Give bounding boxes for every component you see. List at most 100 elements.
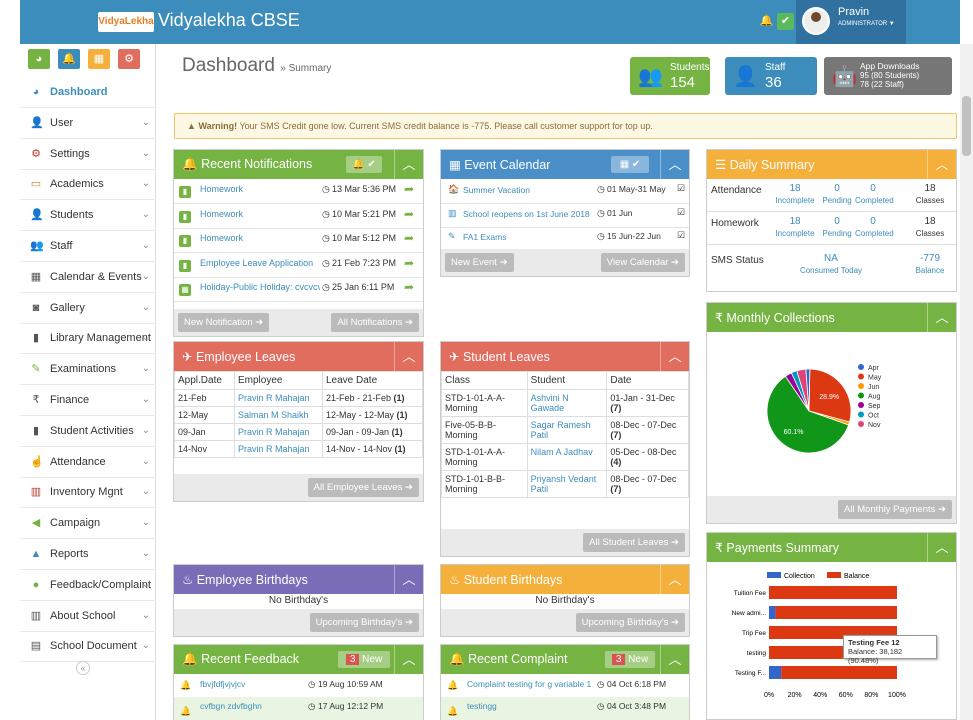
list-item[interactable]: 🔔 cvfbgn zdvfbghn ◷ 17 Aug 12:12 PM bbox=[174, 697, 423, 720]
column-header[interactable]: Appl.Date bbox=[174, 371, 235, 390]
sidebar-item-academics[interactable]: ▭ Academics ⌄ bbox=[20, 169, 156, 201]
sidebar-item-school-document[interactable]: ▤ School Document ⌄ bbox=[20, 631, 156, 663]
sidebar-item-calendar-events[interactable]: ▦ Calendar & Events ⌄ bbox=[20, 262, 156, 293]
collapse-student-birthdays-button[interactable]: ︿ bbox=[660, 565, 689, 594]
staff-stat[interactable]: 👤 Staff 36 bbox=[725, 57, 817, 95]
new-notification-button[interactable]: New Notification ➔ bbox=[178, 313, 270, 332]
sidebar-item-examinations[interactable]: ✎ Examinations ⌄ bbox=[20, 354, 156, 386]
event-row[interactable]: ▥ School reopens on 1st June 2018 ◷ 01 Jun ☑ bbox=[441, 203, 689, 228]
avatar[interactable] bbox=[802, 7, 830, 35]
daily-value[interactable]: 18 bbox=[771, 183, 819, 194]
upcoming-student-birthdays-button[interactable]: Upcoming Birthday's ➔ bbox=[575, 613, 685, 632]
notification-row[interactable]: ▮ Homework ◷ 13 Mar 5:36 PM ➦ bbox=[174, 179, 423, 204]
person-link[interactable]: Sagar Ramesh Patil bbox=[526, 416, 608, 444]
daily-value[interactable]: 18 bbox=[907, 183, 953, 194]
table-row[interactable]: 14-Nov Pravin R Mahajan 14-Nov - 14-Nov (1… bbox=[174, 440, 423, 458]
check-icon[interactable]: ✔ bbox=[777, 13, 794, 30]
notification-filter-button[interactable]: 🔔 ✔ bbox=[346, 156, 382, 173]
event-title[interactable]: Summer Vacation bbox=[463, 185, 530, 195]
sidebar-item-feedback-complaint[interactable]: ● Feedback/Complaint ⌄ bbox=[20, 570, 156, 601]
settings-shortcut-icon[interactable]: ⚙ bbox=[118, 49, 140, 69]
notification-row[interactable]: ▦ Holiday-Public Holiday: cvcvcv ◷ 25 Jan 6… bbox=[174, 277, 423, 302]
share-icon[interactable]: ➦ bbox=[404, 182, 414, 196]
sidebar-item-staff[interactable]: 👥 Staff ⌄ bbox=[20, 231, 156, 262]
sidebar-item-attendance[interactable]: ☝ Attendance ⌄ bbox=[20, 447, 156, 478]
new-event-button[interactable]: New Event ➔ bbox=[445, 253, 514, 272]
daily-value[interactable]: 18 bbox=[907, 216, 953, 227]
event-row[interactable]: ✎ FA1 Exams ◷ 15 Jun-22 Jun ☑ bbox=[441, 226, 689, 251]
collapse-notifications-button[interactable]: ︿ bbox=[394, 150, 423, 179]
collapse-employee-birthdays-button[interactable]: ︿ bbox=[394, 565, 423, 594]
event-row[interactable]: 🏠 Summer Vacation ◷ 01 May-31 May ☑ bbox=[441, 179, 689, 204]
sidebar-item-user[interactable]: 👤 User ⌄ bbox=[20, 108, 156, 139]
event-filter-button[interactable]: ▦ ✔ bbox=[611, 156, 649, 173]
sidebar-item-campaign[interactable]: ◀ Campaign ⌄ bbox=[20, 508, 156, 540]
notification-title[interactable]: Homework bbox=[200, 209, 243, 219]
share-icon[interactable]: ➦ bbox=[404, 231, 414, 245]
notification-title[interactable]: Holiday-Public Holiday: cvcvcv bbox=[200, 282, 320, 292]
bar-balance[interactable] bbox=[775, 606, 897, 619]
scrollbar-thumb[interactable] bbox=[962, 96, 971, 156]
column-header[interactable]: Class bbox=[441, 371, 528, 390]
sidebar-item-gallery[interactable]: ◙ Gallery ⌄ bbox=[20, 293, 156, 324]
user-role[interactable]: ADMINISTRATOR ▼ bbox=[838, 21, 895, 27]
checkbox-icon[interactable]: ☑ bbox=[677, 230, 685, 241]
dashboard-shortcut-icon[interactable]: ◕ bbox=[28, 49, 50, 69]
daily-value[interactable]: 0 bbox=[855, 183, 891, 194]
sidebar-item-students[interactable]: 👤 Students ⌄ bbox=[20, 200, 156, 232]
collapse-payments-summary-button[interactable]: ︿ bbox=[927, 533, 956, 562]
complaint-new-badge[interactable]: 3 New bbox=[605, 651, 655, 668]
notification-title[interactable]: Employee Leave Application bbox=[200, 258, 313, 268]
collapse-employee-leaves-button[interactable]: ︿ bbox=[394, 342, 423, 371]
bar-collection[interactable] bbox=[769, 606, 776, 619]
column-header[interactable]: Leave Date bbox=[322, 371, 423, 390]
collapse-student-leaves-button[interactable]: ︿ bbox=[660, 342, 689, 371]
page-scrollbar[interactable] bbox=[960, 44, 973, 720]
event-title[interactable]: School reopens on 1st June 2018 bbox=[463, 209, 590, 219]
collapse-monthly-collections-button[interactable]: ︿ bbox=[927, 303, 956, 332]
table-row[interactable]: STD-1-01-B-B-Morning Priyansh Vedant Pati… bbox=[441, 470, 689, 498]
bar-balance[interactable] bbox=[769, 586, 897, 599]
notification-row[interactable]: ▮ Employee Leave Application ◷ 21 Feb 7:23 … bbox=[174, 253, 423, 278]
checkbox-icon[interactable]: ☑ bbox=[677, 183, 685, 194]
column-header[interactable]: Employee bbox=[234, 371, 323, 390]
all-employee-leaves-button[interactable]: All Employee Leaves ➔ bbox=[307, 478, 419, 497]
table-row[interactable]: STD-1-01-A-A-Morning Ashvini N Gawade 01-J… bbox=[441, 389, 689, 417]
item-title[interactable]: testingg bbox=[467, 701, 497, 711]
table-row[interactable]: STD-1-01-A-A-Morning Nilam A Jadhav 05-Dec… bbox=[441, 443, 689, 471]
calendar-shortcut-icon[interactable]: ▦ bbox=[88, 49, 110, 69]
sidebar-item-dashboard[interactable]: ◕ Dashboard bbox=[20, 77, 156, 108]
event-title[interactable]: FA1 Exams bbox=[463, 232, 506, 242]
bell-icon[interactable]: 🔔 bbox=[758, 13, 775, 30]
daily-value[interactable]: 0 bbox=[819, 216, 855, 227]
notification-row[interactable]: ▮ Homework ◷ 10 Mar 5:12 PM ➦ bbox=[174, 228, 423, 253]
share-icon[interactable]: ➦ bbox=[404, 280, 414, 294]
notification-title[interactable]: Homework bbox=[200, 233, 243, 243]
table-row[interactable]: Five-05-B-B-Morning Sagar Ramesh Patil 08-… bbox=[441, 416, 689, 444]
collapse-feedback-button[interactable]: ︿ bbox=[394, 645, 423, 674]
sidebar-item-library-management[interactable]: ▮ Library Management ⌄ bbox=[20, 323, 156, 355]
daily-value[interactable]: 18 bbox=[771, 216, 819, 227]
person-link[interactable]: Pravin R Mahajan bbox=[234, 440, 323, 458]
sidebar-item-settings[interactable]: ⚙ Settings ⌄ bbox=[20, 139, 156, 170]
collapse-events-button[interactable]: ︿ bbox=[660, 150, 689, 179]
item-title[interactable]: Complaint testing for g variable 1 bbox=[467, 679, 591, 689]
item-title[interactable]: cvfbgn zdvfbghn bbox=[200, 701, 262, 711]
table-row[interactable]: 12-May Salman M Shaikh 12-May - 12-May (1) bbox=[174, 406, 423, 424]
bar-balance[interactable] bbox=[781, 666, 897, 679]
person-link[interactable]: Nilam A Jadhav bbox=[526, 443, 608, 471]
all-notifications-button[interactable]: All Notifications ➔ bbox=[331, 313, 419, 332]
sidebar-item-finance[interactable]: ₹ Finance ⌄ bbox=[20, 385, 156, 416]
collapse-complaint-button[interactable]: ︿ bbox=[660, 645, 689, 674]
all-monthly-payments-button[interactable]: All Monthly Payments ➔ bbox=[838, 500, 952, 519]
feedback-new-badge[interactable]: 3 New bbox=[338, 651, 390, 668]
item-title[interactable]: fbvjfdfjvjvjcv bbox=[200, 679, 245, 689]
daily-value[interactable]: 0 bbox=[819, 183, 855, 194]
upcoming-employee-birthdays-button[interactable]: Upcoming Birthday's ➔ bbox=[309, 613, 419, 632]
sidebar-item-student-activities[interactable]: ▮ Student Activities ⌄ bbox=[20, 416, 156, 447]
column-header[interactable]: Date bbox=[606, 371, 689, 390]
daily-value[interactable]: 0 bbox=[855, 216, 891, 227]
all-student-leaves-button[interactable]: All Student Leaves ➔ bbox=[583, 533, 685, 552]
sidebar-item-reports[interactable]: ▲ Reports ⌄ bbox=[20, 539, 156, 570]
collapse-daily-summary-button[interactable]: ︿ bbox=[927, 150, 956, 179]
